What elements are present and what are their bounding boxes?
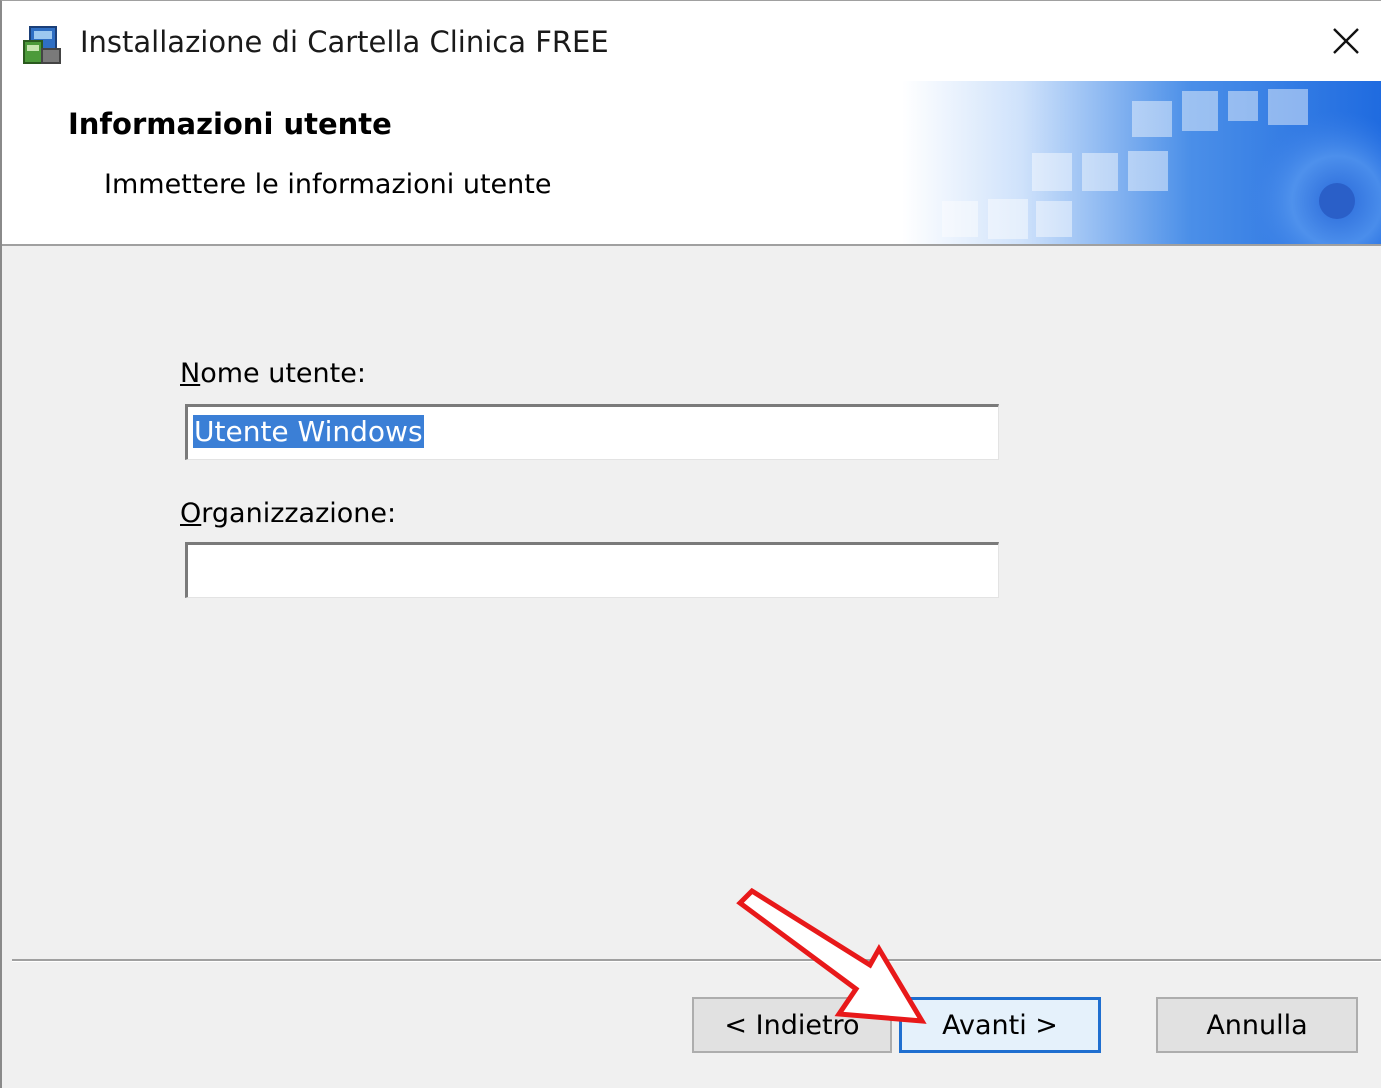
organization-input[interactable] — [185, 542, 999, 598]
installer-package-icon — [20, 23, 64, 67]
next-button[interactable]: Avanti > — [899, 997, 1101, 1053]
dialog-header: Informazioni utente Immettere le informa… — [2, 81, 1381, 246]
title-bar: Installazione di Cartella Clinica FREE — [2, 1, 1381, 81]
footer-separator — [12, 959, 1381, 962]
cancel-button[interactable]: Annulla — [1156, 997, 1358, 1053]
username-input[interactable]: Utente Windows — [185, 404, 999, 460]
close-icon — [1331, 26, 1361, 60]
header-banner-graphic — [902, 81, 1381, 244]
username-value: Utente Windows — [193, 415, 424, 448]
close-button[interactable] — [1311, 11, 1381, 75]
installer-window: Installazione di Cartella Clinica FREE I… — [0, 0, 1381, 1088]
page-subtitle: Immettere le informazioni utente — [104, 169, 552, 200]
form-area: Nome utente: Utente Windows Organizzazio… — [2, 246, 1381, 958]
back-button[interactable]: < Indietro — [692, 997, 892, 1053]
organization-label: Organizzazione: — [180, 498, 397, 529]
window-title: Installazione di Cartella Clinica FREE — [80, 25, 609, 59]
page-title: Informazioni utente — [68, 107, 392, 141]
username-label: Nome utente: — [180, 358, 366, 389]
